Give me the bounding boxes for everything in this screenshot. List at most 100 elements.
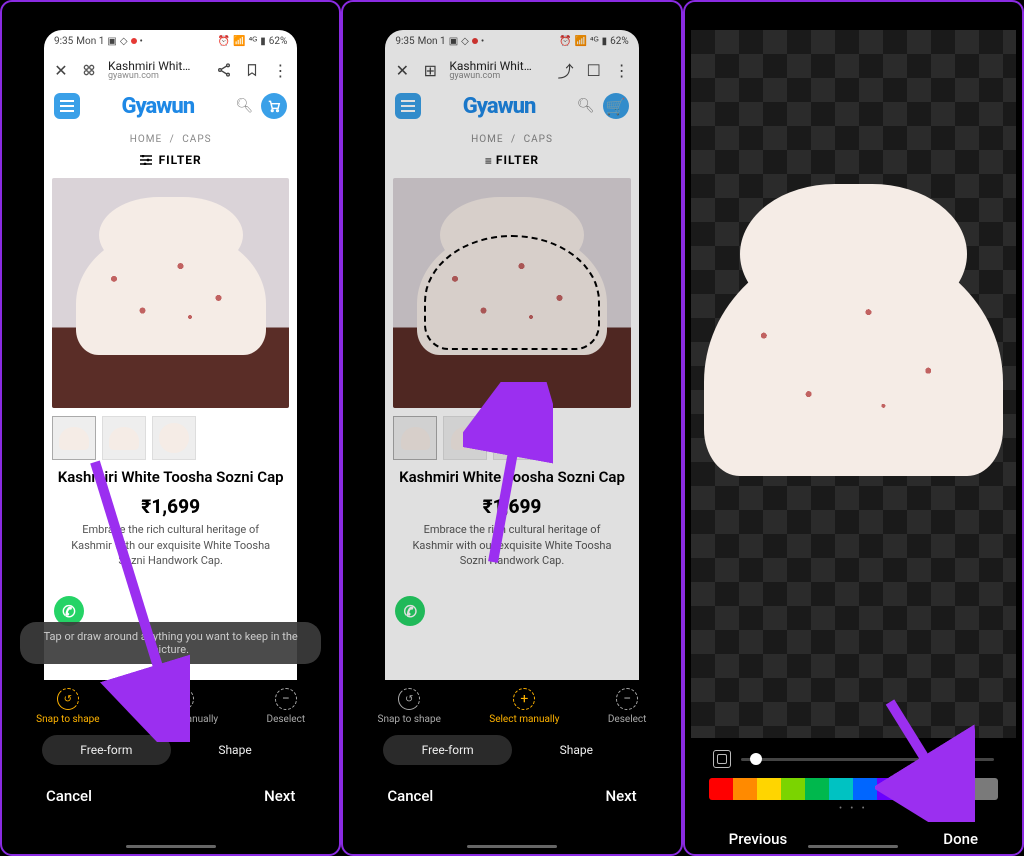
product-image[interactable] — [393, 178, 630, 408]
tool-select-manually[interactable]: Select manually — [148, 688, 218, 725]
thumbnail[interactable] — [102, 416, 146, 460]
signal-icon: 📶 — [233, 36, 245, 47]
color-swatch[interactable] — [902, 778, 926, 800]
color-swatch[interactable] — [805, 778, 829, 800]
tool-snap-to-shape[interactable]: Snap to shape — [378, 688, 441, 725]
product-description: Embrace the rich cultural heritage of Ka… — [44, 522, 297, 568]
notif-icon: ◇ — [120, 36, 128, 47]
tabs-icon[interactable] — [80, 61, 98, 79]
brand-logo[interactable]: Gyawun — [463, 94, 536, 119]
hint-toast: Tap or draw around anything you want to … — [20, 622, 321, 664]
menu-icon[interactable] — [54, 93, 80, 119]
bookmark-icon[interactable] — [243, 61, 261, 79]
tool-deselect[interactable]: Deselect — [608, 688, 647, 725]
border-width-slider[interactable] — [741, 758, 994, 761]
browser-toolbar: ✕ ⊞ Kashmiri Whit… gyawun.com ⤴ ☐ ⋮ — [385, 52, 638, 88]
next-button[interactable]: Next — [605, 787, 636, 805]
color-swatch[interactable] — [709, 778, 733, 800]
tool-deselect[interactable]: Deselect — [267, 688, 306, 725]
screenshot-preview: 9:35 Mon 1 ▣◇ • ⏰📶⁴ᴳ▮ 62% ✕ ⊞ Kashmiri W… — [385, 30, 638, 680]
filter-button[interactable]: FILTER — [44, 149, 297, 178]
filter-icon — [140, 154, 152, 168]
color-swatch[interactable] — [853, 778, 877, 800]
eyedropper-button[interactable] — [936, 778, 970, 800]
status-bar: 9:35 Mon 1 ▣◇ • ⏰📶⁴ᴳ▮ 62% — [385, 30, 638, 52]
color-swatch[interactable] — [781, 778, 805, 800]
bookmark-icon[interactable]: ☐ — [585, 61, 603, 79]
wifi-icon: ⁴ᴳ — [249, 36, 258, 47]
cart-icon[interactable] — [261, 93, 287, 119]
page-domain: gyawun.com — [108, 72, 205, 81]
brand-logo[interactable]: Gyawun — [121, 94, 194, 119]
color-swatch[interactable] — [877, 778, 901, 800]
cancel-button[interactable]: Cancel — [46, 787, 92, 805]
chip-free-form[interactable]: Free-form — [383, 735, 512, 765]
alarm-icon: ⏰ — [218, 36, 230, 47]
previous-button[interactable]: Previous — [729, 830, 788, 848]
thumbnail[interactable] — [393, 416, 437, 460]
home-indicator[interactable] — [467, 845, 557, 848]
tool-select-manually[interactable]: Select manually — [489, 688, 559, 725]
notif-more: • — [140, 36, 143, 47]
menu-icon[interactable] — [395, 93, 421, 119]
battery-icon: ▮ — [260, 36, 266, 47]
color-swatch[interactable] — [829, 778, 853, 800]
search-icon[interactable]: 🔍︎ — [236, 98, 254, 114]
thumbnail[interactable] — [152, 416, 196, 460]
filter-button[interactable]: ≡FILTER — [385, 149, 638, 178]
crumb-category[interactable]: CAPS — [182, 134, 211, 145]
thumbnail[interactable] — [52, 416, 96, 460]
chip-shape[interactable]: Shape — [512, 735, 641, 765]
more-icon[interactable]: ⋮ — [613, 61, 631, 79]
home-indicator[interactable] — [126, 845, 216, 848]
status-bar: 9:35 Mon 1 ▣ ◇ • ⏰ 📶 ⁴ᴳ ▮ 62% — [44, 30, 297, 52]
page-dots: • • • — [705, 800, 1002, 816]
sticker-canvas[interactable] — [691, 30, 1016, 738]
thumbnail[interactable] — [493, 416, 537, 460]
color-swatch[interactable] — [974, 778, 998, 800]
record-indicator — [131, 38, 137, 44]
phone-screen-2: 9:35 Mon 1 ▣◇ • ⏰📶⁴ᴳ▮ 62% ✕ ⊞ Kashmiri W… — [341, 0, 682, 856]
status-day: Mon 1 — [76, 36, 104, 47]
share-icon[interactable]: ⤴ — [557, 61, 575, 79]
tool-row: Snap to shape Select manually Deselect — [2, 680, 339, 727]
chip-shape[interactable]: Shape — [171, 735, 300, 765]
product-image[interactable] — [52, 178, 289, 408]
done-button[interactable]: Done — [943, 830, 978, 848]
tool-snap-to-shape[interactable]: Snap to shape — [36, 688, 99, 725]
chip-free-form[interactable]: Free-form — [42, 735, 171, 765]
product-title: Kashmiri White Toosha Sozni Cap — [44, 468, 297, 488]
product-price: ₹1,699 — [44, 487, 297, 522]
browser-toolbar: ✕ Kashmiri Whit… gyawun.com ⋮ — [44, 52, 297, 88]
close-icon[interactable]: ✕ — [393, 61, 411, 79]
more-icon[interactable]: ⋮ — [271, 61, 289, 79]
thumbnail[interactable] — [443, 416, 487, 460]
next-button[interactable]: Next — [264, 787, 295, 805]
crumb-home[interactable]: HOME — [130, 134, 162, 145]
cutout-result[interactable] — [704, 242, 1003, 476]
shape-mode-row: Free-form Shape — [2, 727, 339, 773]
page-title: Kashmiri Whit… — [108, 60, 205, 72]
cancel-button[interactable]: Cancel — [387, 787, 433, 805]
color-swatch[interactable] — [733, 778, 757, 800]
sticker-controls: • • • — [685, 738, 1022, 816]
home-indicator[interactable] — [808, 845, 898, 848]
border-width-icon[interactable] — [713, 750, 731, 768]
color-swatch[interactable] — [757, 778, 781, 800]
whatsapp-icon[interactable]: ✆ — [395, 596, 425, 626]
url-block[interactable]: Kashmiri Whit… gyawun.com — [108, 60, 205, 81]
search-icon[interactable]: 🔍︎ — [577, 98, 595, 114]
thumbnail-row — [44, 408, 297, 468]
tabs-icon[interactable]: ⊞ — [421, 61, 439, 79]
plus-icon — [172, 688, 194, 710]
battery-pct: 62% — [269, 36, 288, 47]
nav-row: Cancel Next — [2, 773, 339, 811]
status-time: 9:35 — [54, 36, 73, 47]
share-icon[interactable] — [215, 61, 233, 79]
minus-icon — [275, 688, 297, 710]
phone-screen-3: • • • Previous Done — [683, 0, 1024, 856]
phone-screen-1: 9:35 Mon 1 ▣ ◇ • ⏰ 📶 ⁴ᴳ ▮ 62% ✕ Kashmiri… — [0, 0, 341, 856]
cart-icon[interactable]: 🛒 — [603, 93, 629, 119]
close-icon[interactable]: ✕ — [52, 61, 70, 79]
site-header: Gyawun 🔍︎ — [44, 88, 297, 124]
